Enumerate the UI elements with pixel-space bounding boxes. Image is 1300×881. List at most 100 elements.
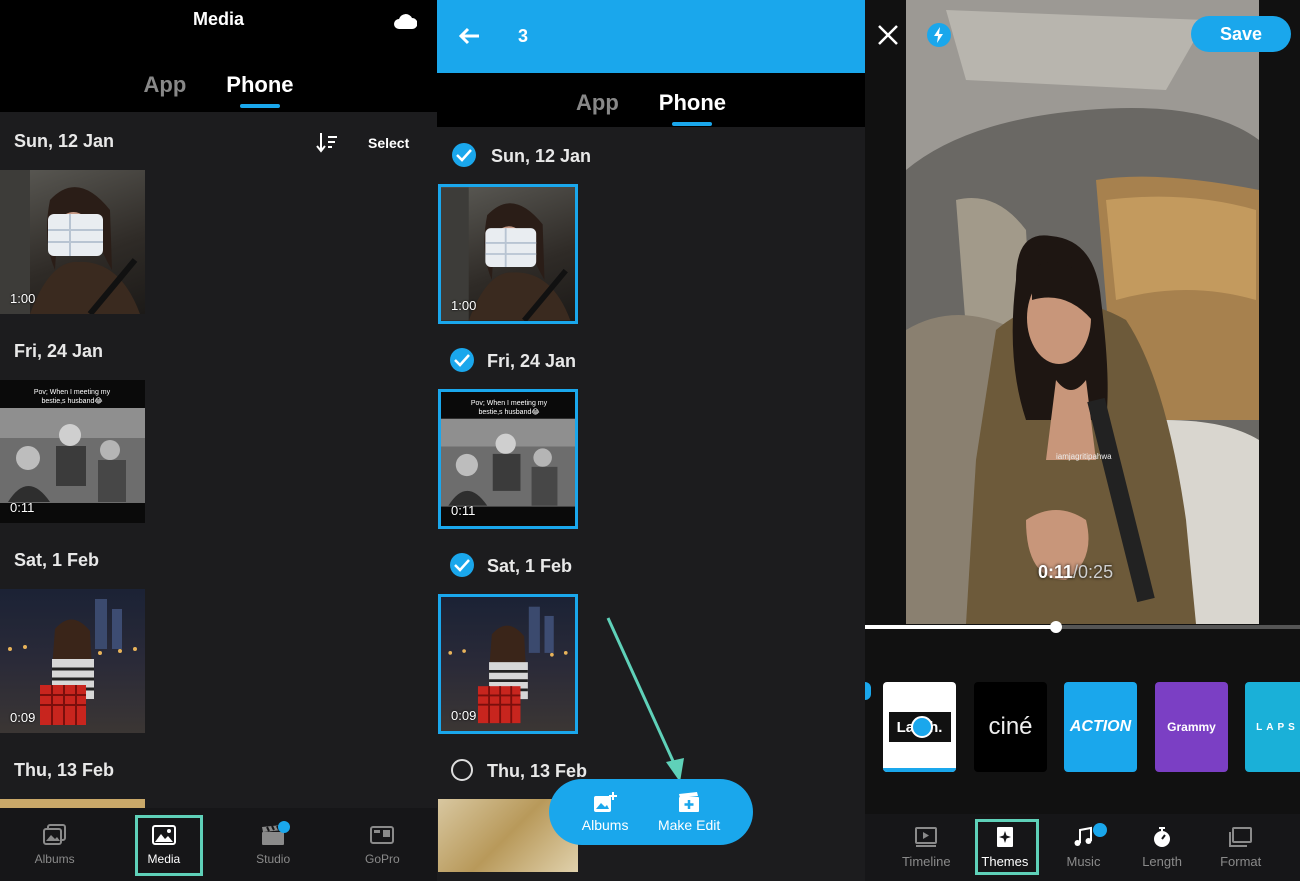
editor-panel: iamjagritipahwa Save 0:11/0:25 La…h. cin… [865, 0, 1300, 881]
selection-panel: 3 App Phone Sun, 12 Jan 1:00 Fri, 24 Jan… [437, 0, 865, 881]
video-thumbnail-selected[interactable]: Pov; When I meeting my bestie,s husband😂… [438, 389, 578, 529]
nav-gopro[interactable]: GoPro [328, 808, 437, 881]
highlight-box [135, 815, 203, 876]
video-thumbnail-selected[interactable]: 0:09 [438, 594, 578, 734]
camera-icon [370, 825, 395, 844]
date-header: Sun, 12 Jan [14, 131, 115, 151]
sort-descending-icon[interactable] [316, 131, 338, 153]
video-thumbnail-selected[interactable]: 1:00 [438, 184, 578, 324]
source-tabs: App Phone [437, 90, 865, 126]
save-button[interactable]: Save [1191, 16, 1291, 52]
section-checkbox[interactable] [452, 143, 476, 167]
top-bar: Media App Phone [0, 0, 437, 112]
tab-phone[interactable]: Phone [226, 72, 293, 108]
nav-label: Length [1142, 854, 1182, 869]
tab-app[interactable]: App [144, 72, 187, 108]
scrubber-handle[interactable] [1050, 621, 1063, 633]
tab-app[interactable]: App [576, 90, 619, 126]
tab-phone[interactable]: Phone [659, 90, 726, 126]
watermark-text: iamjagritipahwa [1056, 452, 1112, 461]
nav-timeline[interactable]: Timeline [887, 814, 966, 881]
theme-tile-cine[interactable]: ciné [974, 682, 1047, 772]
date-header: Sun, 12 Jan [491, 146, 592, 166]
check-icon [454, 559, 470, 572]
make-edit-label: Make Edit [657, 817, 721, 833]
albums-button[interactable]: Albums [581, 791, 629, 833]
select-button[interactable]: Select [368, 135, 409, 151]
stopwatch-icon [1154, 827, 1171, 847]
video-thumbnail[interactable]: 0:09 [0, 589, 145, 733]
nav-format[interactable]: Format [1201, 814, 1280, 881]
selected-count: 3 [518, 26, 529, 46]
section-checkbox[interactable] [450, 553, 474, 577]
nav-label: Format [1220, 854, 1262, 869]
total-time: /0:25 [1073, 562, 1114, 582]
highlight-box [975, 819, 1039, 875]
theme-tile-lapse[interactable]: LAPS [1245, 682, 1300, 772]
date-header: Fri, 24 Jan [14, 341, 104, 361]
duration-label: 0:11 [451, 503, 476, 518]
make-edit-icon [679, 792, 700, 812]
playback-time: 0:11/0:25 [1038, 562, 1113, 583]
section-radio[interactable] [451, 759, 473, 781]
nav-length[interactable]: Length [1123, 814, 1202, 881]
lightning-badge-icon [1093, 823, 1108, 837]
duration-label: 1:00 [10, 291, 36, 306]
theme-tile-action[interactable]: ACTION [1064, 682, 1137, 772]
editor-bottom-navigation: Timeline Themes Music Length Format [865, 814, 1300, 881]
theme-label: ACTION [1069, 718, 1132, 735]
theme-label: Grammy [1167, 720, 1216, 734]
date-header: Sat, 1 Feb [487, 556, 573, 576]
selection-bar: 3 [437, 0, 865, 73]
check-icon [456, 149, 472, 162]
timeline-icon [915, 827, 938, 847]
theme-label: ciné [988, 713, 1033, 740]
scrubber-fill [865, 625, 1057, 629]
nav-studio[interactable]: Studio [219, 808, 328, 881]
date-header: Fri, 24 Jan [487, 351, 577, 371]
scroll-indicator [865, 682, 871, 700]
nav-label: Music [1066, 854, 1101, 869]
cloud-icon[interactable] [393, 12, 417, 30]
back-arrow-icon[interactable] [457, 26, 481, 46]
scrubber-track[interactable] [865, 621, 1300, 633]
date-header: Sat, 1 Feb [14, 550, 100, 570]
add-album-icon [594, 792, 618, 812]
nav-label: GoPro [365, 851, 400, 866]
video-preview[interactable]: iamjagritipahwa [906, 0, 1259, 624]
music-note-icon [1074, 826, 1093, 846]
check-icon [454, 354, 470, 367]
duration-label: 0:09 [451, 708, 477, 723]
albums-icon [42, 823, 66, 845]
theme-tile-grammy[interactable]: Grammy [1155, 682, 1228, 772]
close-icon[interactable] [877, 24, 899, 46]
quik-button[interactable] [927, 23, 951, 47]
media-library-panel: Media App Phone Select Sun, 12 Jan 1:00 … [0, 0, 437, 881]
format-icon [1228, 827, 1252, 847]
duration-label: 1:00 [451, 298, 477, 313]
selected-indicator [883, 768, 956, 772]
nav-albums[interactable]: Albums [0, 808, 109, 881]
video-thumbnail[interactable]: 1:00 [0, 170, 145, 314]
current-time: 0:11 [1038, 562, 1074, 582]
theme-label: LAPS [1256, 721, 1299, 733]
date-header: Thu, 13 Feb [14, 760, 115, 780]
source-tabs-bar: App Phone [437, 73, 865, 127]
bottom-navigation: Albums Media Studio GoPro [0, 808, 437, 881]
make-edit-button[interactable]: Make Edit [658, 791, 720, 833]
nav-label: Studio [256, 851, 291, 866]
lightning-bolt-icon [934, 27, 943, 43]
pencil-icon [911, 716, 933, 738]
theme-tile-laugh[interactable]: La…h. [883, 682, 956, 772]
annotation-arrow [606, 617, 684, 782]
section-checkbox[interactable] [450, 348, 474, 372]
nav-music[interactable]: Music [1044, 814, 1123, 881]
date-header: Thu, 13 Feb [487, 761, 588, 781]
duration-label: 0:11 [10, 500, 35, 515]
nav-label: Timeline [901, 854, 951, 869]
nav-label: Albums [34, 851, 75, 866]
albums-label: Albums [581, 817, 629, 833]
page-title: Media [192, 9, 244, 29]
action-pill: Albums Make Edit [549, 779, 753, 845]
video-thumbnail[interactable]: Pov; When I meeting my bestie,s husband😂… [0, 380, 145, 523]
